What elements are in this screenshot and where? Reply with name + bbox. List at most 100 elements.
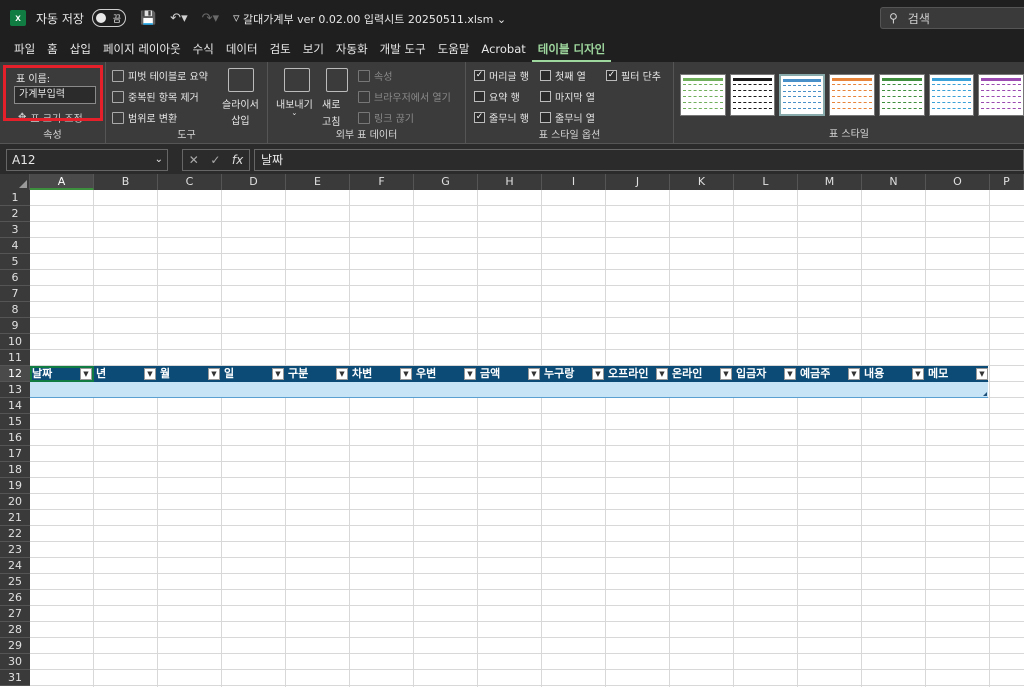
column-header-H[interactable]: H (478, 174, 542, 190)
select-all-button[interactable] (0, 174, 30, 190)
filter-dropdown-icon[interactable]: ▼ (528, 368, 540, 380)
filter-dropdown-icon[interactable]: ▼ (144, 368, 156, 380)
filter-dropdown-icon[interactable]: ▼ (272, 368, 284, 380)
row-header-8[interactable]: 8 (0, 302, 30, 318)
redo-icon[interactable]: ↷▾ (202, 11, 219, 26)
row-header-23[interactable]: 23 (0, 542, 30, 558)
row-header-28[interactable]: 28 (0, 622, 30, 638)
row-header-24[interactable]: 24 (0, 558, 30, 574)
row-header-3[interactable]: 3 (0, 222, 30, 238)
filter-dropdown-icon[interactable]: ▼ (464, 368, 476, 380)
document-title[interactable]: 갈대가계부 ver 0.02.00 입력시트 20250511.xlsm ⌄ (243, 11, 506, 27)
column-header-O[interactable]: O (926, 174, 990, 190)
export-button[interactable]: 내보내기 ˇ (276, 96, 313, 124)
filter-dropdown-icon[interactable]: ▼ (912, 368, 924, 380)
row-header-14[interactable]: 14 (0, 398, 30, 414)
filter-button-checkbox[interactable]: ✓ 필터 단추 (606, 68, 661, 83)
first-column-checkbox[interactable]: 첫째 열 (540, 68, 586, 83)
row-header-6[interactable]: 6 (0, 270, 30, 286)
table-style-swatch[interactable] (928, 74, 975, 116)
confirm-icon[interactable]: ✓ (210, 153, 220, 167)
name-box[interactable]: A12 ⌄ (6, 149, 168, 171)
row-header-31[interactable]: 31 (0, 670, 30, 686)
worksheet-grid[interactable]: 날짜 ▼ 년 ▼ 월 ▼ 일 ▼ 구분 ▼ 차변 ▼ 우변 ▼ 금액 ▼ 누구랑 ▼ 오프라인 ▼ 온라인 ▼ 입금자 ▼ 예금… (0, 174, 1024, 687)
export-icon[interactable] (284, 68, 310, 92)
remove-duplicates-button[interactable]: 중복된 항목 제거 (112, 89, 199, 104)
row-header-10[interactable]: 10 (0, 334, 30, 350)
row-header-22[interactable]: 22 (0, 526, 30, 542)
tab-9[interactable]: 개발 도구 (374, 36, 432, 62)
tab-6[interactable]: 검토 (264, 36, 297, 62)
table-style-swatch[interactable] (878, 74, 925, 116)
row-header-11[interactable]: 11 (0, 350, 30, 366)
row-header-26[interactable]: 26 (0, 590, 30, 606)
filter-dropdown-icon[interactable]: ▼ (784, 368, 796, 380)
column-header-J[interactable]: J (606, 174, 670, 190)
tab-11[interactable]: Acrobat (475, 36, 531, 62)
column-header-G[interactable]: G (414, 174, 478, 190)
column-header-K[interactable]: K (670, 174, 734, 190)
tab-2[interactable]: 삽입 (64, 36, 97, 62)
customize-qat-icon[interactable]: ▿ (233, 11, 240, 26)
filter-dropdown-icon[interactable]: ▼ (592, 368, 604, 380)
row-header-7[interactable]: 7 (0, 286, 30, 302)
total-row-checkbox[interactable]: 요약 행 (474, 89, 520, 104)
table-style-swatch[interactable] (978, 74, 1024, 116)
active-cell-a12[interactable] (30, 366, 94, 382)
row-header-29[interactable]: 29 (0, 638, 30, 654)
row-header-5[interactable]: 5 (0, 254, 30, 270)
column-header-B[interactable]: B (94, 174, 158, 190)
filter-dropdown-icon[interactable]: ▼ (848, 368, 860, 380)
row-header-20[interactable]: 20 (0, 494, 30, 510)
slicer-icon[interactable] (228, 68, 254, 92)
open-in-browser-button[interactable]: 브라우저에서 열기 (358, 89, 451, 104)
filter-dropdown-icon[interactable]: ▼ (400, 368, 412, 380)
row-header-12[interactable]: 12 (0, 366, 30, 382)
row-header-19[interactable]: 19 (0, 478, 30, 494)
refresh-button[interactable]: 새로 고침 (322, 96, 340, 128)
table-style-swatch[interactable] (680, 74, 726, 116)
column-header-N[interactable]: N (862, 174, 926, 190)
row-header-25[interactable]: 25 (0, 574, 30, 590)
row-header-1[interactable]: 1 (0, 190, 30, 206)
tab-12[interactable]: 테이블 디자인 (531, 36, 612, 62)
column-header-P[interactable]: P (990, 174, 1024, 190)
tab-7[interactable]: 보기 (297, 36, 330, 62)
row-header-13[interactable]: 13 (0, 382, 30, 398)
tab-10[interactable]: 도움말 (432, 36, 476, 62)
filter-dropdown-icon[interactable]: ▼ (720, 368, 732, 380)
row-header-30[interactable]: 30 (0, 654, 30, 670)
column-header-E[interactable]: E (286, 174, 350, 190)
filter-dropdown-icon[interactable]: ▼ (208, 368, 220, 380)
table-styles-gallery[interactable] (680, 74, 1024, 116)
table-style-swatch[interactable] (829, 74, 875, 116)
filter-dropdown-icon[interactable]: ▼ (976, 368, 988, 380)
header-row-checkbox[interactable]: ✓ 머리글 행 (474, 68, 529, 83)
column-header-M[interactable]: M (798, 174, 862, 190)
table-style-swatch[interactable] (779, 74, 826, 116)
unlink-button[interactable]: 링크 끊기 (358, 110, 414, 125)
column-header-I[interactable]: I (542, 174, 606, 190)
tab-8[interactable]: 자동화 (330, 36, 374, 62)
autosave-toggle[interactable]: 끔 (91, 9, 126, 27)
cancel-icon[interactable]: ✕ (189, 153, 199, 167)
refresh-icon[interactable] (326, 68, 348, 92)
filter-dropdown-icon[interactable]: ▼ (336, 368, 348, 380)
insert-slicer-button[interactable]: 슬라이서 삽입 (222, 96, 259, 127)
column-header-L[interactable]: L (734, 174, 798, 190)
row-header-15[interactable]: 15 (0, 414, 30, 430)
row-header-18[interactable]: 18 (0, 462, 30, 478)
tab-3[interactable]: 페이지 레이아웃 (97, 36, 187, 62)
banded-columns-checkbox[interactable]: 줄무늬 열 (540, 110, 595, 125)
table-data-row[interactable] (30, 382, 988, 398)
tab-4[interactable]: 수식 (187, 36, 220, 62)
column-header-C[interactable]: C (158, 174, 222, 190)
row-header-27[interactable]: 27 (0, 606, 30, 622)
column-header-D[interactable]: D (222, 174, 286, 190)
undo-icon[interactable]: ↶▾ (170, 11, 187, 26)
search-input[interactable]: ⚲ 검색 (880, 7, 1024, 29)
insert-function-icon[interactable]: fx (232, 153, 243, 167)
pivot-summary-button[interactable]: 피벗 테이블로 요약 (112, 68, 208, 83)
row-header-17[interactable]: 17 (0, 446, 30, 462)
column-header-F[interactable]: F (350, 174, 414, 190)
